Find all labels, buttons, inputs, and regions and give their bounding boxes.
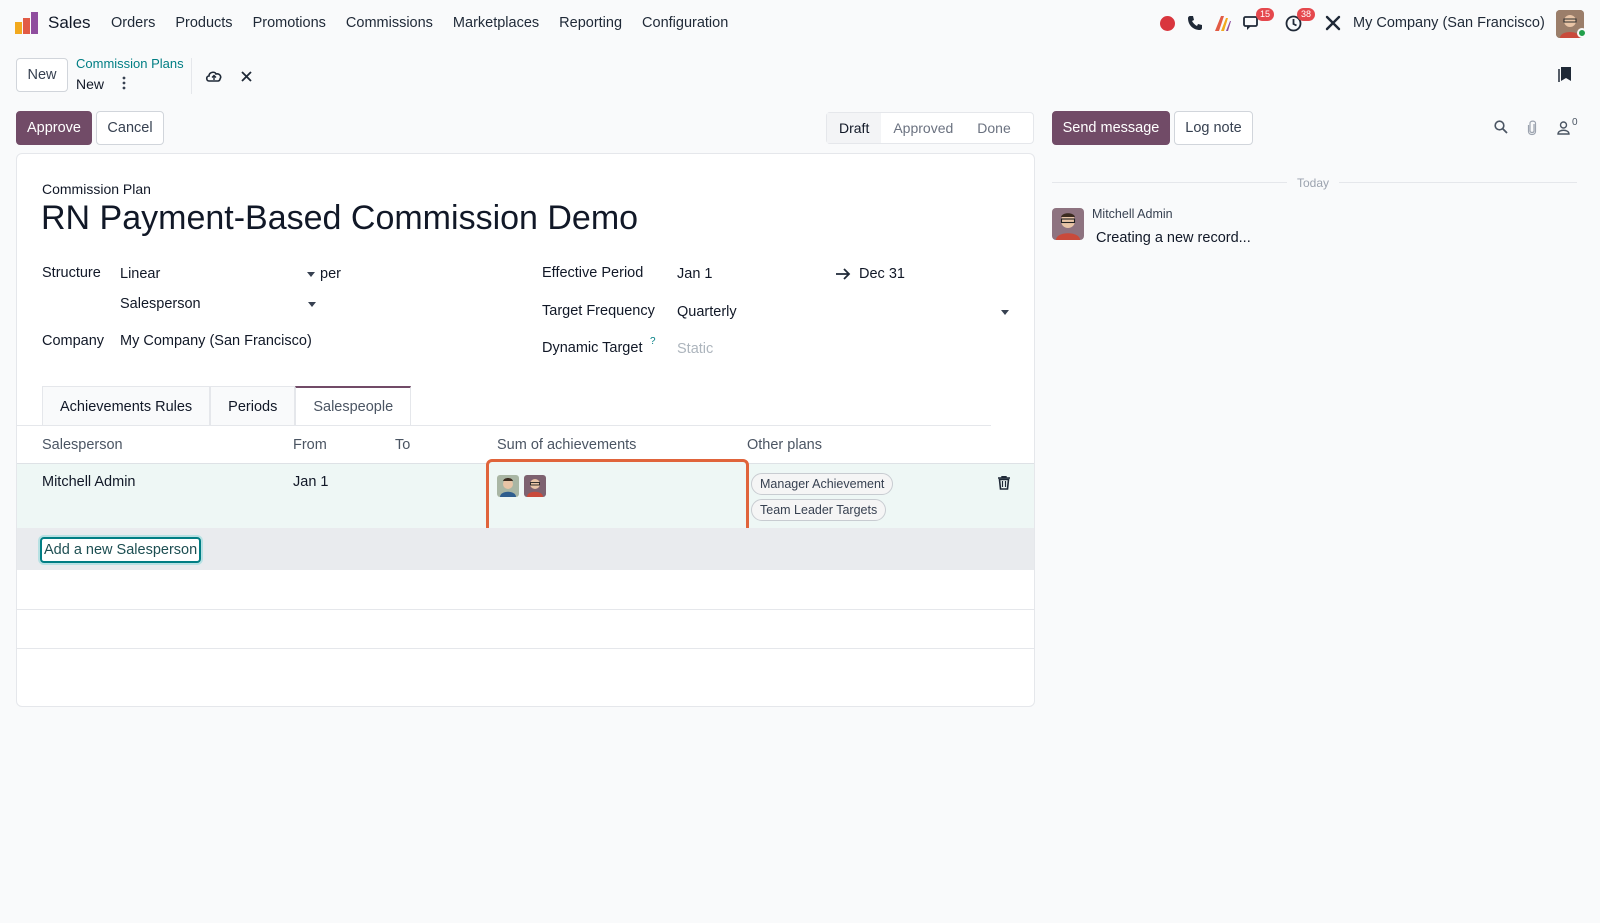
- ai-icon[interactable]: [1214, 15, 1232, 32]
- delete-row-icon[interactable]: [998, 476, 1010, 490]
- structure-label: Structure: [42, 265, 101, 281]
- messages-badge: 15: [1256, 8, 1275, 21]
- menu-commissions[interactable]: Commissions: [346, 15, 433, 31]
- company-field[interactable]: My Company (San Francisco): [120, 333, 312, 349]
- discard-icon[interactable]: [241, 71, 252, 82]
- menu-marketplaces[interactable]: Marketplaces: [453, 15, 539, 31]
- followers-count: 0: [1572, 117, 1578, 128]
- menu-orders[interactable]: Orders: [111, 15, 155, 31]
- row-salesperson[interactable]: Mitchell Admin: [42, 474, 135, 490]
- company-label: Company: [42, 333, 105, 349]
- dynamic-target-field[interactable]: Static: [677, 341, 713, 357]
- achievement-avatar-1: [497, 475, 519, 497]
- other-plan-tag[interactable]: Manager Achievement: [751, 473, 894, 495]
- notebook-tabs: Achievements Rules Periods Salespeople: [42, 386, 412, 426]
- target-frequency-label: Target Frequency: [542, 303, 655, 319]
- per-dropdown-icon[interactable]: [308, 302, 316, 307]
- sales-app-logo-icon[interactable]: [15, 12, 39, 34]
- main-menu: Orders Products Promotions Commissions M…: [111, 15, 748, 31]
- tab-periods[interactable]: Periods: [210, 386, 296, 426]
- other-plan-tag[interactable]: Team Leader Targets: [751, 499, 887, 521]
- dynamic-target-help-icon[interactable]: ?: [650, 336, 656, 347]
- achievement-avatar-2: [524, 475, 546, 497]
- status-draft[interactable]: Draft: [827, 113, 882, 143]
- log-note-button[interactable]: Log note: [1174, 111, 1253, 145]
- menu-configuration[interactable]: Configuration: [642, 15, 728, 31]
- sheet-type-label: Commission Plan: [42, 181, 151, 197]
- sum-of-achievements-cell[interactable]: [486, 459, 749, 536]
- arrow-right-icon: [836, 268, 851, 280]
- per-label: per: [320, 266, 341, 282]
- paperclip-icon[interactable]: [1527, 120, 1537, 136]
- cancel-button[interactable]: Cancel: [96, 111, 164, 145]
- phone-icon[interactable]: [1187, 15, 1203, 31]
- date-separator-line: [1052, 182, 1287, 183]
- record-icon[interactable]: [1160, 16, 1175, 31]
- bookmark-icon[interactable]: [1558, 66, 1572, 82]
- date-separator-line: [1339, 182, 1577, 183]
- menu-products[interactable]: Products: [175, 15, 232, 31]
- breadcrumb-current: New: [76, 76, 105, 92]
- company-switcher[interactable]: My Company (San Francisco): [1353, 15, 1545, 31]
- table-empty-row-divider: [17, 609, 1034, 610]
- structure-select[interactable]: Linear: [120, 266, 160, 282]
- status-done[interactable]: Done: [965, 113, 1022, 143]
- row-from[interactable]: Jan 1: [293, 474, 328, 490]
- message-body: Creating a new record...: [1096, 230, 1251, 246]
- top-navbar: Sales Orders Products Promotions Commiss…: [0, 0, 1600, 48]
- status-approved[interactable]: Approved: [881, 113, 965, 143]
- add-salesperson-link[interactable]: Add a new Salesperson: [40, 537, 202, 563]
- send-message-button[interactable]: Send message: [1052, 111, 1170, 145]
- effective-from-field[interactable]: Jan 1: [677, 266, 712, 282]
- tab-salespeople[interactable]: Salespeople: [295, 386, 412, 426]
- activities-badge: 38: [1297, 8, 1316, 21]
- search-icon[interactable]: [1494, 120, 1508, 134]
- followers-icon[interactable]: [1557, 121, 1570, 135]
- save-cloud-icon[interactable]: [205, 69, 223, 83]
- breadcrumb-commission-plans[interactable]: Commission Plans: [76, 56, 184, 71]
- status-bar: Draft Approved Done: [826, 112, 1034, 144]
- tab-divider: [16, 425, 991, 426]
- tab-achievements-rules[interactable]: Achievements Rules: [42, 386, 211, 426]
- more-actions-icon[interactable]: [121, 76, 127, 90]
- column-to[interactable]: To: [395, 437, 410, 453]
- date-separator: Today: [1297, 176, 1330, 190]
- column-other-plans[interactable]: Other plans: [747, 437, 822, 453]
- tools-icon[interactable]: [1325, 15, 1341, 31]
- new-button[interactable]: New: [16, 58, 68, 92]
- menu-reporting[interactable]: Reporting: [559, 15, 622, 31]
- app-name[interactable]: Sales: [48, 13, 91, 33]
- online-status-dot: [1577, 28, 1587, 38]
- record-title-input[interactable]: RN Payment-Based Commission Demo: [41, 199, 638, 238]
- frequency-dropdown-icon[interactable]: [1001, 310, 1009, 315]
- effective-period-label: Effective Period: [542, 265, 644, 281]
- menu-promotions[interactable]: Promotions: [253, 15, 326, 31]
- message-author-avatar[interactable]: [1052, 208, 1084, 240]
- effective-to-field[interactable]: Dec 31: [859, 266, 905, 282]
- structure-dropdown-icon[interactable]: [307, 272, 315, 277]
- table-empty-row-divider: [17, 648, 1034, 649]
- control-divider: [191, 58, 192, 94]
- dynamic-target-label: Dynamic Target: [542, 340, 643, 356]
- message-author[interactable]: Mitchell Admin: [1092, 207, 1173, 221]
- column-sum-of-achievements[interactable]: Sum of achievements: [497, 437, 636, 453]
- approve-button[interactable]: Approve: [16, 111, 92, 145]
- column-salesperson[interactable]: Salesperson: [42, 437, 123, 453]
- target-frequency-select[interactable]: Quarterly: [677, 304, 737, 320]
- per-select[interactable]: Salesperson: [120, 296, 201, 312]
- column-from[interactable]: From: [293, 437, 327, 453]
